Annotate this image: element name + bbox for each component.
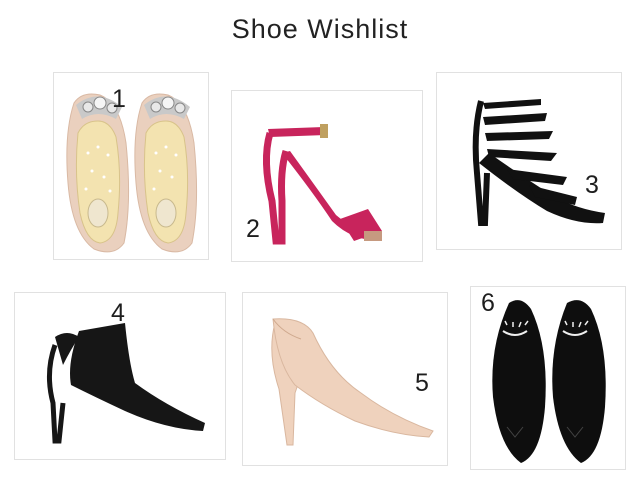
pink-strappy-heel-sandal-icon [262,124,382,245]
item-number: 4 [111,299,125,327]
item-number: 1 [112,85,126,113]
shoe-panel-3[interactable]: 3 [436,72,622,250]
item-number: 6 [481,289,495,317]
shoe-panel-1[interactable]: 1 [53,72,209,260]
black-caged-pointed-heel-icon [472,99,605,226]
shoe-panel-6[interactable]: 6 [470,286,626,470]
item-number: 5 [415,369,429,397]
item-number: 3 [585,171,599,199]
page-title: Shoe Wishlist [231,14,409,44]
item-number: 2 [246,215,260,243]
embellished-ballet-flats-icon [66,93,198,253]
shoe-panel-4[interactable]: 4 [14,292,226,460]
shoe-panel-5[interactable]: 5 [242,292,448,466]
shoe-panel-2[interactable]: 2 [231,90,423,262]
